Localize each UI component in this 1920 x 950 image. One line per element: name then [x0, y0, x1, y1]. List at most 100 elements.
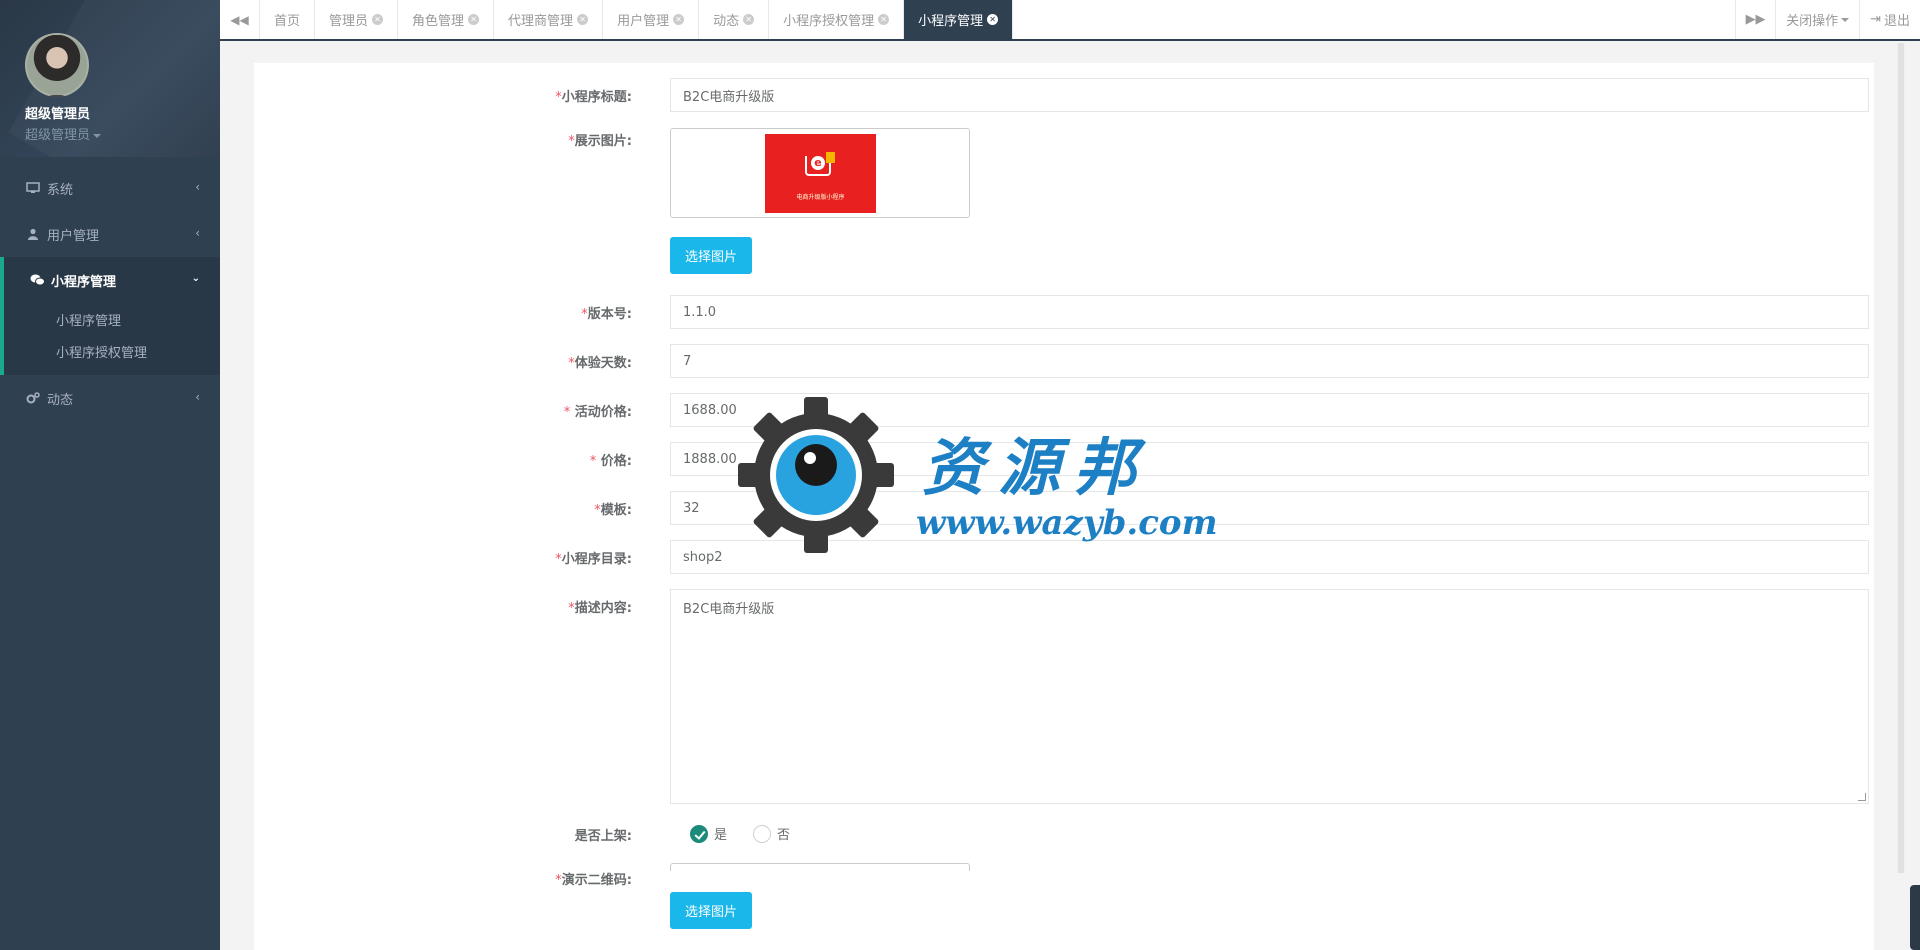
caret-down-icon	[1841, 17, 1850, 22]
avatar[interactable]	[25, 33, 89, 97]
profile-name: 超级管理员	[25, 107, 91, 122]
sidebar-item-miniprogram-management[interactable]: 小程序管理 ⌄	[4, 257, 220, 303]
listed-no-radio[interactable]: 否	[753, 824, 790, 843]
brand-e-icon: e	[811, 156, 825, 170]
chevron-left-icon: ‹	[195, 226, 200, 240]
badge-icon	[826, 152, 835, 163]
field-label: * 活动价格:	[563, 405, 632, 420]
sidebar-item-user-management[interactable]: 用户管理 ‹	[0, 211, 220, 257]
sidebar-item-label: 小程序管理	[51, 274, 117, 290]
logout-icon: ⇥	[1870, 12, 1881, 27]
profile-role-dropdown[interactable]: 超级管理员	[25, 124, 220, 143]
tab-user-management[interactable]: 用户管理 ✕	[603, 0, 700, 39]
close-operations-dropdown[interactable]: 关闭操作	[1775, 0, 1859, 39]
close-icon[interactable]: ✕	[987, 14, 999, 25]
tab-miniprogram-authorization[interactable]: 小程序授权管理 ✕	[769, 0, 905, 39]
close-icon[interactable]: ✕	[878, 14, 890, 25]
tab-label: 小程序管理	[918, 14, 984, 29]
logout-label: 退出	[1883, 14, 1910, 29]
price-input[interactable]: 1888.00	[670, 442, 1869, 476]
title-input[interactable]: B2C电商升级版	[670, 78, 1869, 112]
tab-role-management[interactable]: 角色管理 ✕	[398, 0, 495, 39]
resize-handle[interactable]	[1858, 793, 1866, 801]
template-input[interactable]: 32	[670, 491, 1869, 525]
tab-scroll-right-button[interactable]: ▶▶	[1735, 0, 1775, 39]
tab-label: 小程序授权管理	[783, 14, 875, 29]
tab-actions: ▶▶ 关闭操作 ⇥ 退出	[1735, 0, 1920, 39]
close-icon[interactable]: ✕	[468, 14, 480, 25]
monitor-icon	[25, 181, 41, 195]
close-icon[interactable]: ✕	[577, 14, 589, 25]
tab-dynamics[interactable]: 动态 ✕	[699, 0, 770, 39]
profile-panel: 超级管理员 超级管理员	[0, 0, 220, 157]
form-panel: *小程序标题: B2C电商升级版 *展示图片: e 电商升级版小程序 选择图片 …	[254, 63, 1874, 950]
chevron-down-icon: ⌄	[191, 273, 200, 284]
logout-button[interactable]: ⇥ 退出	[1859, 0, 1920, 39]
listed-yes-radio[interactable]: 是	[690, 824, 727, 843]
radio-label: 否	[777, 828, 791, 843]
product-image: e 电商升级版小程序	[765, 134, 876, 213]
wechat-icon	[29, 273, 45, 287]
sidebar-item-label: 系统	[47, 182, 74, 198]
sidebar-group-miniprogram: 小程序管理 ⌄ 小程序管理 小程序授权管理	[0, 257, 220, 375]
qr-preview-box	[670, 863, 970, 871]
tab-home[interactable]: 首页	[260, 0, 316, 39]
field-label: *展示图片:	[568, 134, 632, 149]
radio-checked-icon	[690, 824, 708, 843]
choose-image-button[interactable]: 选择图片	[670, 237, 752, 274]
tab-label: 代理商管理	[508, 14, 574, 29]
tab-label: 用户管理	[617, 14, 670, 29]
tab-scroll-left-button[interactable]: ◀◀	[220, 0, 260, 39]
field-label: *体验天数:	[568, 356, 632, 371]
tab-agent-management[interactable]: 代理商管理 ✕	[494, 0, 604, 39]
field-label: *演示二维码:	[555, 873, 632, 888]
tab-label: 动态	[713, 14, 740, 29]
listed-radio-group: 是 否	[690, 824, 816, 843]
field-label: 是否上架:	[574, 829, 632, 844]
description-text: B2C电商升级版	[683, 602, 775, 617]
scrollbar-thumb[interactable]	[1898, 43, 1904, 873]
close-icon[interactable]: ✕	[743, 14, 755, 25]
close-icon[interactable]: ✕	[372, 14, 384, 25]
profile-role-label: 超级管理员	[25, 128, 91, 143]
trial-days-input[interactable]: 7	[670, 344, 1869, 378]
field-label: *模板:	[594, 503, 632, 518]
sidebar-item-label: 动态	[47, 392, 74, 408]
choose-qr-button[interactable]: 选择图片	[670, 892, 752, 929]
field-label: *小程序目录:	[555, 552, 632, 567]
field-label: *版本号:	[581, 307, 632, 322]
tab-list: 首页 管理员 ✕ 角色管理 ✕ 代理商管理 ✕ 用户管理 ✕ 动态 ✕ 小程序授权管理 ✕ …	[260, 0, 1735, 39]
side-widget[interactable]	[1910, 885, 1920, 950]
sidebar-subitem-miniprogram-authorization[interactable]: 小程序授权管理	[4, 335, 220, 367]
field-label: *小程序标题:	[555, 90, 632, 105]
image-preview-box: e 电商升级版小程序	[670, 128, 970, 218]
directory-input[interactable]: shop2	[670, 540, 1869, 574]
user-icon	[25, 227, 41, 241]
chevron-left-icon: ‹	[195, 180, 200, 194]
scrollbar[interactable]	[1897, 43, 1905, 873]
image-caption: 电商升级版小程序	[796, 194, 845, 201]
tab-miniprogram-management[interactable]: 小程序管理 ✕	[904, 0, 1014, 39]
tab-admin[interactable]: 管理员 ✕	[315, 0, 399, 39]
sidebar: 超级管理员 超级管理员 系统 ‹ 用户管理 ‹ 小程序管理 ⌄ 小程序管理 小程…	[0, 0, 220, 950]
radio-empty-icon	[753, 824, 772, 843]
promo-price-input[interactable]: 1688.00	[670, 393, 1869, 427]
close-operations-label: 关闭操作	[1786, 14, 1839, 29]
sidebar-item-system[interactable]: 系统 ‹	[0, 165, 220, 211]
tab-label: 首页	[274, 14, 301, 29]
caret-down-icon	[93, 133, 102, 138]
gears-icon	[25, 391, 41, 405]
chevron-left-icon: ‹	[195, 390, 200, 404]
description-textarea[interactable]: B2C电商升级版	[670, 589, 1869, 804]
tab-bar: ◀◀ 首页 管理员 ✕ 角色管理 ✕ 代理商管理 ✕ 用户管理 ✕ 动态 ✕ 小程序授权管…	[220, 0, 1920, 41]
close-icon[interactable]: ✕	[673, 14, 685, 25]
field-label: *描述内容:	[568, 601, 632, 616]
radio-label: 是	[714, 828, 728, 843]
sidebar-submenu: 小程序管理 小程序授权管理	[4, 303, 220, 375]
sidebar-subitem-miniprogram-management[interactable]: 小程序管理	[4, 303, 220, 335]
sidebar-item-dynamics[interactable]: 动态 ‹	[0, 375, 220, 421]
double-chevron-left-icon: ◀◀	[230, 12, 249, 27]
version-input[interactable]: 1.1.0	[670, 295, 1869, 329]
field-label: * 价格:	[589, 454, 632, 469]
tab-label: 管理员	[329, 14, 369, 29]
